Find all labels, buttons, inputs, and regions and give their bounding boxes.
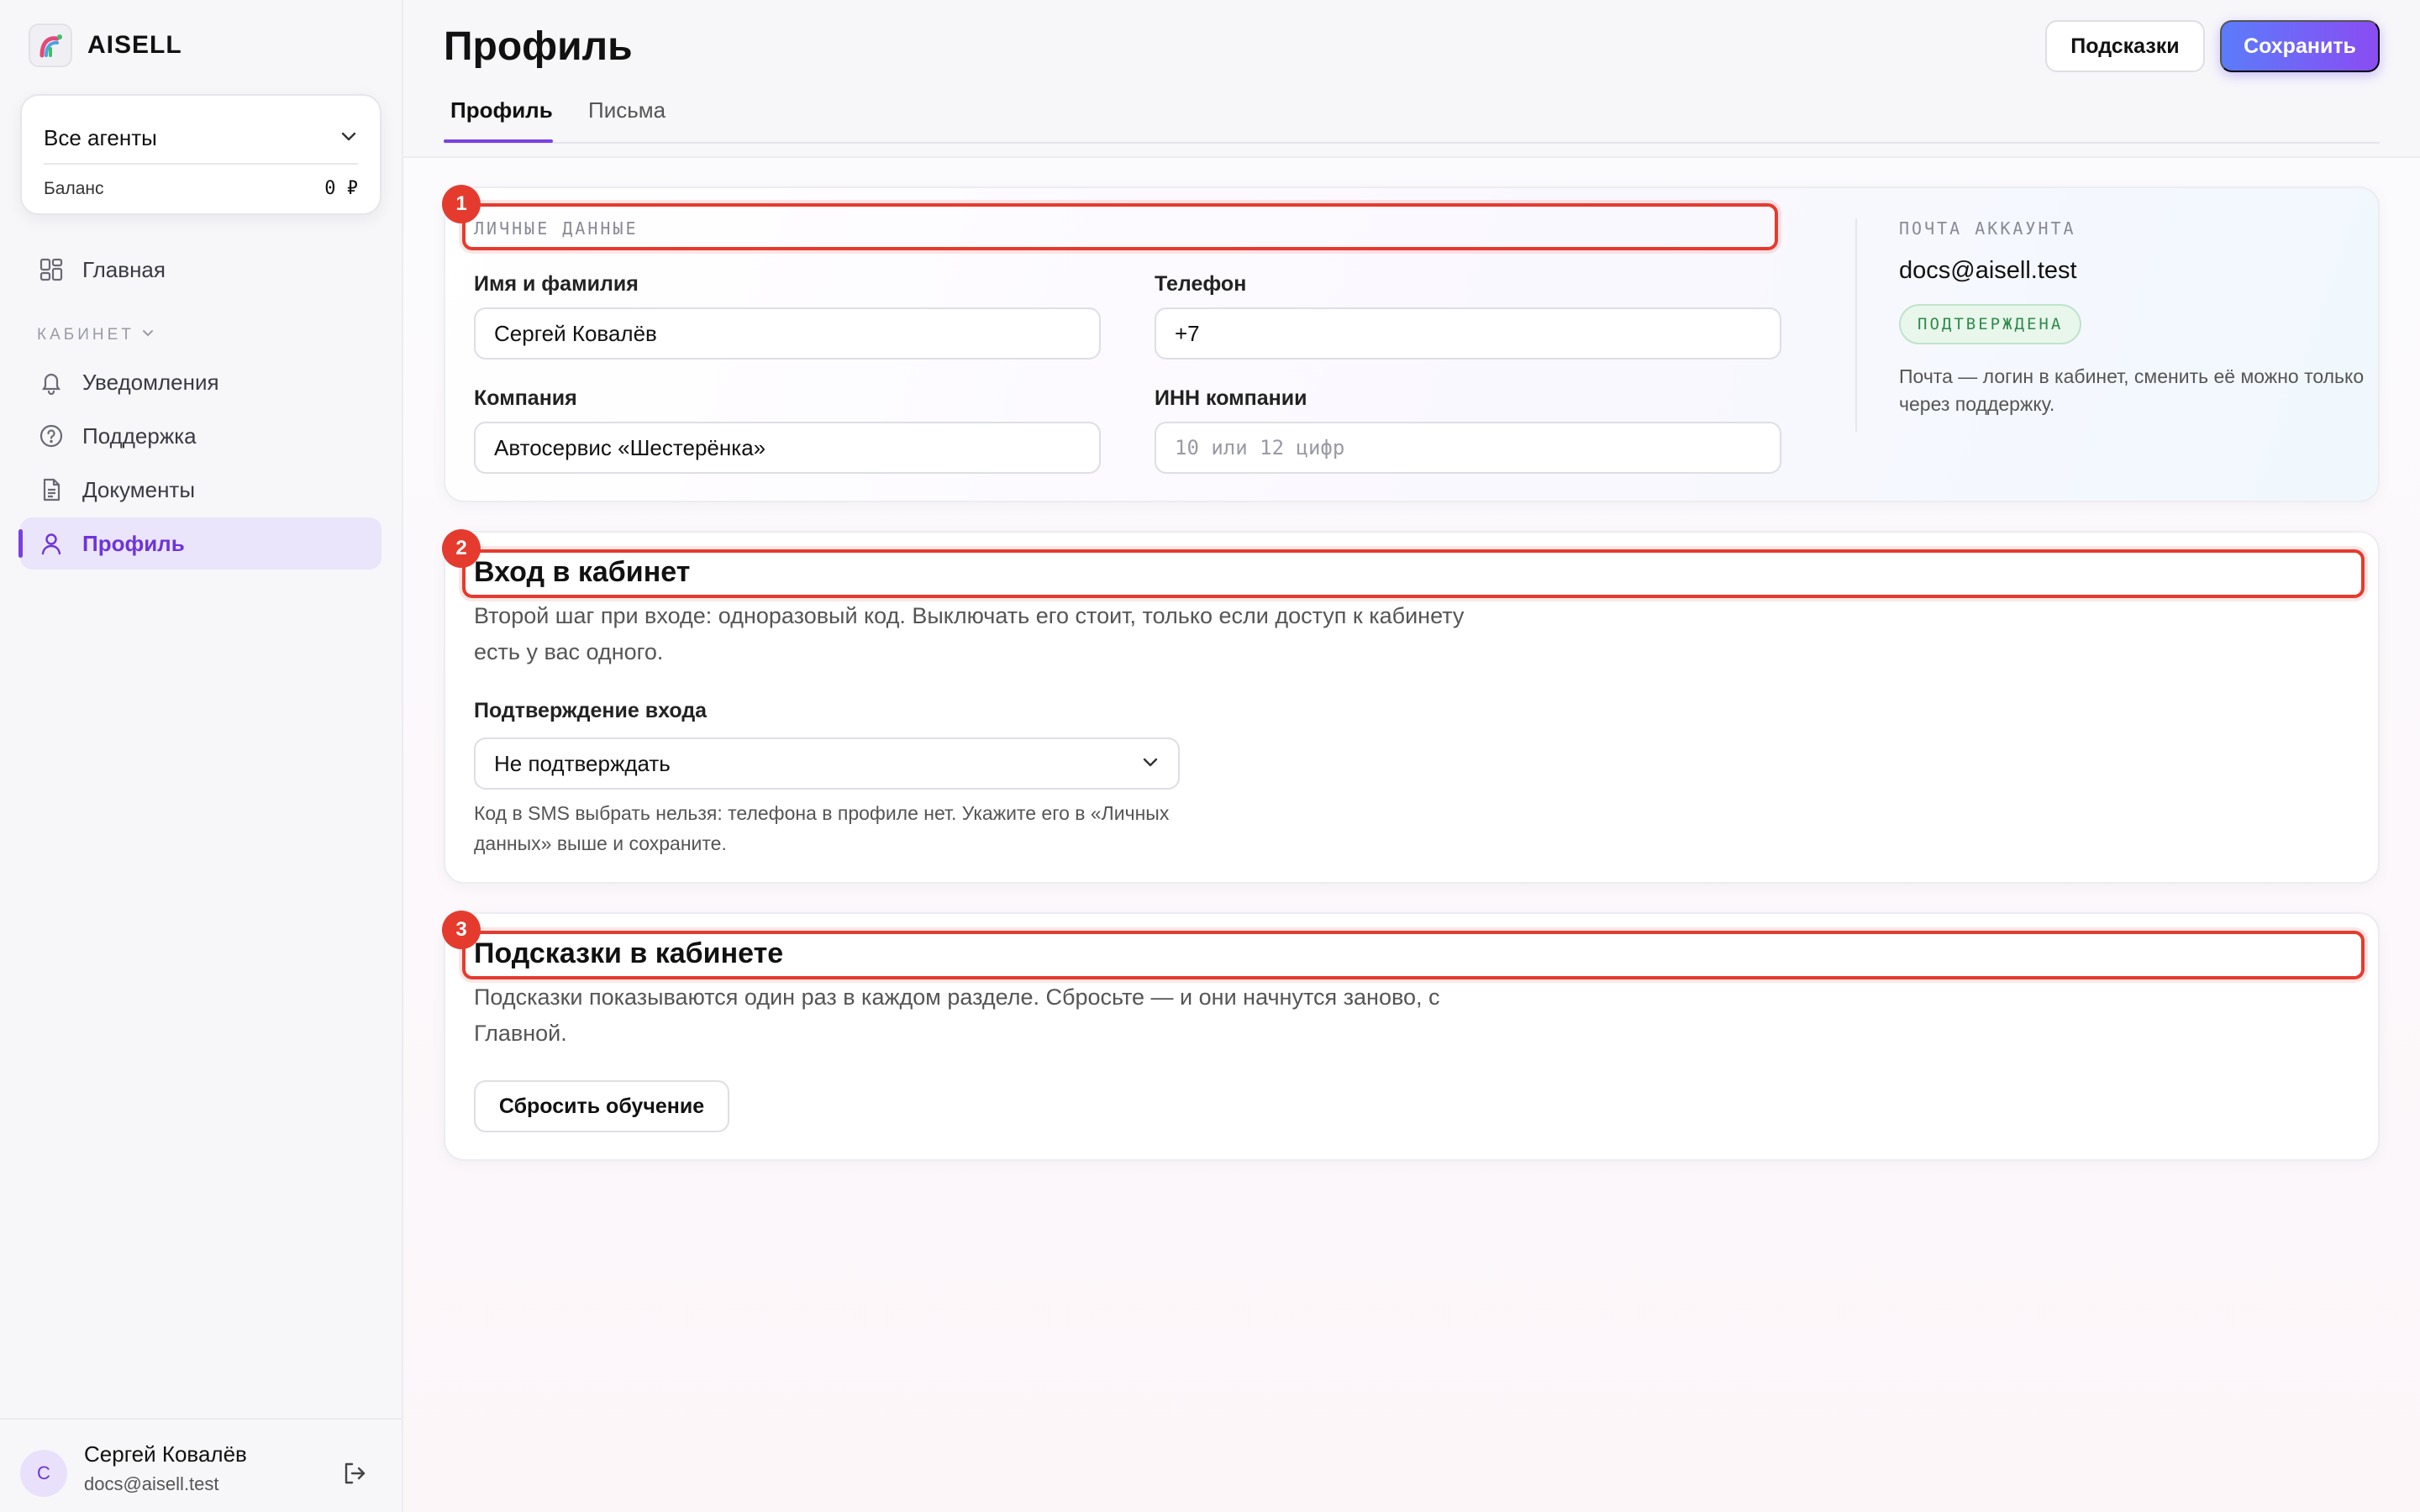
phone-label: Телефон <box>1155 272 1247 296</box>
tab-active-underline <box>444 139 553 143</box>
login-description: Второй шаг при входе: одноразовый код. В… <box>474 603 1465 664</box>
sidebar-item-label: Поддержка <box>82 423 197 449</box>
sidebar-item-profile[interactable]: Профиль <box>18 517 381 570</box>
login-hint: Код в SMS выбрать нельзя: телефона в про… <box>474 802 1170 854</box>
phone-value: +7 <box>1175 320 1200 346</box>
agent-card: Все агенты Баланс 0 ₽ <box>20 94 381 215</box>
chevron-down-icon <box>339 127 358 150</box>
user-block: С Сергей Ковалёв docs@aisell.test <box>0 1418 402 1512</box>
inn-input[interactable]: 10 или 12 цифр <box>1155 422 1781 474</box>
tab-profile[interactable]: Профиль <box>450 97 553 123</box>
reset-tutorial-button[interactable]: Сбросить обучение <box>474 1080 729 1132</box>
sidebar-item-support[interactable]: Поддержка <box>20 410 381 462</box>
avatar[interactable]: С <box>20 1450 67 1497</box>
inn-label: ИНН компании <box>1155 386 1307 410</box>
aisell-logo-icon <box>29 24 72 67</box>
agent-divider <box>44 163 358 165</box>
tab-letters[interactable]: Письма <box>588 97 666 123</box>
balance-label: Баланс <box>44 178 104 198</box>
agent-select-label: Все агенты <box>44 124 157 150</box>
inn-placeholder: 10 или 12 цифр <box>1175 436 1345 459</box>
active-indicator <box>18 529 23 558</box>
brand[interactable]: AISELL <box>29 24 182 67</box>
page-title: Профиль <box>444 24 633 69</box>
sidebar-item-label: Главная <box>82 256 166 282</box>
sidebar-item-label: Уведомления <box>82 369 219 395</box>
login-confirm-select[interactable]: Не подтверждать <box>474 738 1180 790</box>
user-email: docs@aisell.test <box>84 1473 219 1494</box>
sidebar-item-label: Профиль <box>82 530 185 556</box>
chevron-down-icon <box>1141 751 1160 777</box>
account-email-value: docs@aisell.test <box>1899 257 2077 284</box>
name-input[interactable]: Сергей Ковалёв <box>474 307 1101 360</box>
user-icon <box>37 529 66 558</box>
login-card: 2 Вход в кабинет Второй шаг при входе: о… <box>442 529 2380 884</box>
step-badge-3: 3 <box>442 911 481 949</box>
account-email-note: Почта — логин в кабинет, сменить её можн… <box>1899 365 2365 415</box>
sidebar-item-documents[interactable]: Документы <box>20 464 381 516</box>
account-email-heading: ПОЧТА АККАУНТА <box>1899 218 2076 239</box>
name-label: Имя и фамилия <box>474 272 639 296</box>
highlight-personal-heading <box>462 203 1778 250</box>
company-value: Автосервис «Шестерёнка» <box>494 434 766 460</box>
step-badge-1: 1 <box>442 185 481 223</box>
phone-input[interactable]: +7 <box>1155 307 1781 360</box>
sidebar-item-notifications[interactable]: Уведомления <box>20 356 381 408</box>
tabs-divider <box>444 142 2380 144</box>
highlight-tips-heading <box>462 931 2365 979</box>
sidebar: AISELL Все агенты Баланс 0 ₽ Главная КАБ… <box>0 0 403 1512</box>
balance-row: Баланс 0 ₽ <box>44 178 358 199</box>
document-icon <box>37 475 66 504</box>
status-badge: ПОДТВЕРЖДЕНА <box>1899 304 2082 344</box>
page-header: Профиль Подсказки Сохранить Профиль Пись… <box>403 0 2420 158</box>
company-input[interactable]: Автосервис «Шестерёнка» <box>474 422 1101 474</box>
personal-data-card: 1 ЛИЧНЫЕ ДАННЫЕ Имя и фамилия Сергей Ков… <box>442 185 2380 502</box>
company-label: Компания <box>474 386 577 410</box>
sidebar-item-home[interactable]: Главная <box>20 244 381 296</box>
agent-select[interactable]: Все агенты <box>44 118 358 158</box>
vertical-divider <box>1855 218 1857 432</box>
grid-icon <box>37 255 66 284</box>
balance-value: 0 ₽ <box>324 178 358 199</box>
tips-card: 3 Подсказки в кабинете Подсказки показыв… <box>442 911 2380 1161</box>
sidebar-item-label: Документы <box>82 476 196 502</box>
save-button[interactable]: Сохранить <box>2220 20 2380 72</box>
hints-button[interactable]: Подсказки <box>2045 20 2205 72</box>
sidebar-section-cabinet[interactable]: КАБИНЕТ <box>37 326 155 344</box>
step-badge-2: 2 <box>442 529 481 568</box>
brand-name: AISELL <box>87 31 182 59</box>
name-value: Сергей Ковалёв <box>494 320 657 346</box>
bell-icon <box>37 368 66 396</box>
tips-description: Подсказки показываются один раз в каждом… <box>474 984 1440 1046</box>
user-name: Сергей Ковалёв <box>84 1441 247 1467</box>
highlight-login-heading <box>462 549 2365 598</box>
main-area: Профиль Подсказки Сохранить Профиль Пись… <box>403 0 2420 1512</box>
help-circle-icon <box>37 422 66 450</box>
logout-icon[interactable] <box>338 1457 371 1490</box>
login-confirm-label: Подтверждение входа <box>474 699 708 722</box>
chevron-down-icon <box>141 326 155 344</box>
section-label-text: КАБИНЕТ <box>37 326 134 344</box>
login-confirm-value: Не подтверждать <box>494 750 671 776</box>
